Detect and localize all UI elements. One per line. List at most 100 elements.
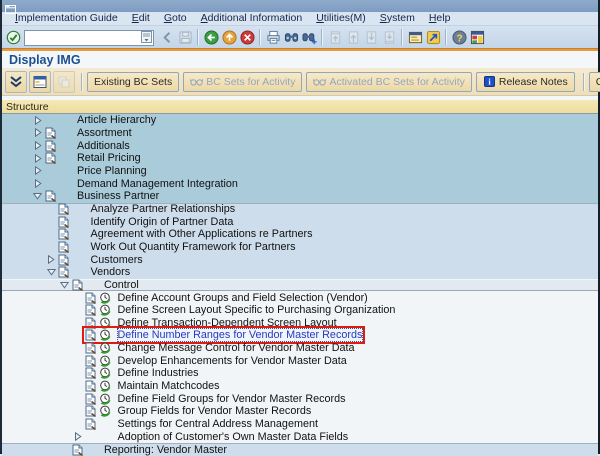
- display-structure-button[interactable]: [29, 71, 51, 93]
- tree-item-label[interactable]: Analyze Partner Relationships: [91, 203, 236, 215]
- img-activity-icon[interactable]: [99, 342, 112, 354]
- img-activity-icon[interactable]: [99, 380, 112, 392]
- img-doc-icon[interactable]: [85, 405, 97, 417]
- menu-item-edit[interactable]: Edit: [125, 12, 157, 25]
- tree-item-label[interactable]: Change Message Control for Vendor Master…: [118, 342, 355, 354]
- menu-item-utilities-m[interactable]: Utilities(M): [309, 12, 373, 25]
- tree-item-label[interactable]: Additionals: [77, 140, 130, 152]
- expand-hierarchy-button[interactable]: [5, 71, 27, 93]
- img-doc-icon[interactable]: [58, 216, 70, 228]
- tree-item-label[interactable]: Maintain Matchcodes: [118, 380, 220, 392]
- img-doc-icon[interactable]: [58, 241, 70, 253]
- img-doc-icon[interactable]: [85, 418, 97, 430]
- tree-item-label[interactable]: Vendors: [91, 266, 131, 278]
- tree-item-label[interactable]: Define Number Ranges for Vendor Master R…: [118, 329, 363, 341]
- img-doc-icon[interactable]: [44, 152, 56, 164]
- img-doc-icon[interactable]: [44, 190, 56, 202]
- release-notes-button[interactable]: iRelease Notes: [476, 72, 575, 92]
- collapse-arrow-icon[interactable]: [32, 179, 43, 188]
- tree-item-label[interactable]: Control: [104, 279, 139, 291]
- change-log-button[interactable]: Change Log: [589, 72, 600, 92]
- exit-icon[interactable]: [220, 28, 238, 46]
- tree-item-label[interactable]: Adoption of Customer's Own Master Data F…: [118, 431, 349, 443]
- img-activity-icon[interactable]: [99, 304, 112, 316]
- tree-item-label[interactable]: Customers: [91, 254, 143, 266]
- menu-item-additional-information[interactable]: Additional Information: [194, 12, 310, 25]
- tree-item-label[interactable]: Define Account Groups and Field Selectio…: [118, 292, 368, 304]
- tree-item-label[interactable]: Demand Management Integration: [77, 178, 238, 190]
- tree-item-label[interactable]: Settings for Central Address Management: [118, 418, 318, 430]
- img-activity-icon[interactable]: [99, 329, 112, 341]
- img-activity-icon[interactable]: [99, 317, 112, 329]
- img-activity-icon[interactable]: [99, 367, 112, 379]
- tree-item-label[interactable]: Retail Pricing: [77, 152, 141, 164]
- cancel-icon[interactable]: [238, 28, 256, 46]
- collapse-arrow-icon[interactable]: [46, 255, 57, 264]
- command-history-icon[interactable]: [141, 30, 152, 42]
- customize-layout-icon[interactable]: [468, 28, 486, 46]
- img-doc-icon[interactable]: [58, 254, 70, 266]
- img-doc-icon[interactable]: [85, 355, 97, 367]
- img-doc-icon[interactable]: [44, 140, 56, 152]
- img-doc-icon[interactable]: [58, 203, 70, 215]
- img-doc-icon[interactable]: [71, 444, 83, 456]
- tree-item-label[interactable]: Define Industries: [118, 367, 199, 379]
- tree-item-label[interactable]: Identify Origin of Partner Data: [91, 216, 234, 228]
- collapse-arrow-icon[interactable]: [73, 432, 84, 441]
- img-doc-icon[interactable]: [85, 380, 97, 392]
- tree-item-label[interactable]: Business Partner: [77, 190, 159, 202]
- img-doc-icon[interactable]: [85, 342, 97, 354]
- img-doc-icon[interactable]: [58, 228, 70, 240]
- back-icon[interactable]: [202, 28, 220, 46]
- img-activity-icon[interactable]: [99, 405, 112, 417]
- collapse-arrow-icon[interactable]: [32, 154, 43, 163]
- img-activity-icon[interactable]: [99, 292, 112, 304]
- find-icon[interactable]: [282, 28, 300, 46]
- expand-arrow-icon[interactable]: [59, 281, 70, 289]
- menu-item-system[interactable]: System: [373, 12, 422, 25]
- tree-item-label[interactable]: Develop Enhancements for Vendor Master D…: [118, 355, 347, 367]
- row-content: Retail Pricing: [44, 152, 141, 164]
- img-doc-icon[interactable]: [44, 127, 56, 139]
- collapse-arrow-icon[interactable]: [32, 141, 43, 150]
- help-icon[interactable]: ?: [450, 28, 468, 46]
- command-field[interactable]: [24, 30, 154, 46]
- tree-item-label[interactable]: Define Screen Layout Specific to Purchas…: [118, 304, 396, 316]
- tree-item-label[interactable]: Assortment: [77, 127, 132, 139]
- img-doc-icon[interactable]: [58, 266, 70, 278]
- enter-icon[interactable]: [4, 28, 22, 46]
- menu-item-help[interactable]: Help: [422, 12, 458, 25]
- window-menu-icon[interactable]: [5, 2, 17, 11]
- collapse-arrow-icon[interactable]: [32, 116, 43, 125]
- tree-item-label[interactable]: Agreement with Other Applications re Par…: [91, 228, 313, 240]
- img-doc-icon[interactable]: [85, 329, 97, 341]
- new-session-icon[interactable]: [406, 28, 424, 46]
- img-doc-icon[interactable]: [85, 304, 97, 316]
- tree-item-label[interactable]: Define Field Groups for Vendor Master Re…: [118, 393, 346, 405]
- img-activity-icon[interactable]: [99, 393, 112, 405]
- existing-bc-sets-button[interactable]: Existing BC Sets: [87, 72, 179, 92]
- expand-arrow-icon[interactable]: [46, 268, 57, 276]
- tree-item-label[interactable]: Work Out Quantity Framework for Partners: [91, 241, 296, 253]
- img-activity-icon[interactable]: [99, 355, 112, 367]
- img-doc-icon[interactable]: [85, 292, 97, 304]
- collapse-arrow-icon[interactable]: [32, 166, 43, 175]
- tree-item-label[interactable]: Define Transaction-Dependent Screen Layo…: [118, 317, 337, 329]
- img-doc-icon[interactable]: [71, 279, 83, 291]
- tree-item-label[interactable]: Group Fields for Vendor Master Records: [118, 405, 312, 417]
- tree-item-label[interactable]: Article Hierarchy: [77, 114, 156, 126]
- print-icon[interactable]: [264, 28, 282, 46]
- find-next-icon[interactable]: [300, 28, 318, 46]
- expand-arrow-icon[interactable]: [32, 192, 43, 200]
- menu-item-goto[interactable]: Goto: [157, 12, 194, 25]
- command-toggle-icon[interactable]: [158, 28, 176, 46]
- last-page-icon: [380, 28, 398, 46]
- img-doc-icon[interactable]: [85, 367, 97, 379]
- menu-item-implementation-guide[interactable]: Implementation Guide: [8, 12, 125, 25]
- img-doc-icon[interactable]: [85, 317, 97, 329]
- tree-item-label[interactable]: Price Planning: [77, 165, 147, 177]
- collapse-arrow-icon[interactable]: [32, 128, 43, 137]
- img-doc-icon[interactable]: [85, 393, 97, 405]
- tree-item-label[interactable]: Reporting: Vendor Master: [104, 444, 227, 456]
- create-shortcut-icon[interactable]: [424, 28, 442, 46]
